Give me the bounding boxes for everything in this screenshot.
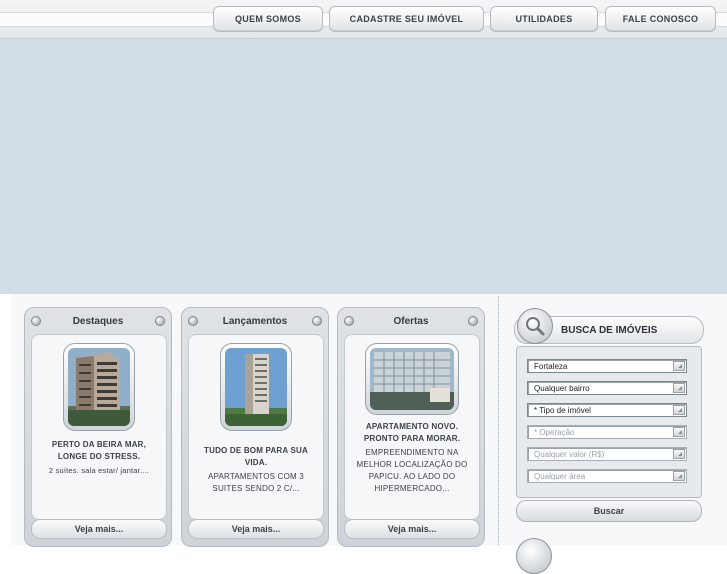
building-photo-icon <box>370 348 454 410</box>
dropdown-arrow-icon <box>673 383 685 393</box>
banner-area <box>0 39 727 294</box>
search-button[interactable]: Buscar <box>516 500 702 522</box>
property-thumbnail[interactable] <box>365 343 459 415</box>
bullet-icon <box>312 316 322 326</box>
card-description: 2 suítes. sala estar/ jantar.... <box>48 466 150 475</box>
price-select[interactable]: Qualquer valor (R$) <box>527 447 687 461</box>
neighborhood-select[interactable]: Qualquer bairro <box>527 381 687 395</box>
search-title: BUSCA DE IMÓVEIS <box>561 325 658 336</box>
card-body: TUDO DE BOM PARA SUA VIDA. APARTAMENTOS … <box>188 334 324 520</box>
dropdown-arrow-icon <box>673 361 685 371</box>
building-photo-icon <box>225 348 287 426</box>
nav-fale-conosco[interactable]: FALE CONOSCO <box>605 6 716 32</box>
card-description: APARTAMENTOS COM 3 SUITES SENDO 2 C/... <box>208 472 304 493</box>
veja-mais-button[interactable]: Veja mais... <box>31 519 167 539</box>
dropdown-arrow-icon <box>673 427 685 437</box>
column-divider <box>498 296 499 545</box>
top-navigation-bar: QUEM SOMOS CADASTRE SEU IMÓVEL UTILIDADE… <box>0 0 727 39</box>
city-select[interactable]: Fortaleza <box>527 359 687 373</box>
card-destaques: Destaques PERTO DA BEIRA MAR, LONGE DO S… <box>24 307 172 547</box>
bullet-icon <box>468 316 478 326</box>
card-title: Lançamentos <box>222 315 288 327</box>
operation-select[interactable]: * Operação <box>527 425 687 439</box>
magnifier-icon <box>516 538 552 574</box>
card-description: EMPREENDIMENTO NA MELHOR LOCALIZAÇÃO DO … <box>356 448 468 493</box>
card-lancamentos: Lançamentos TUDO DE BOM PARA SUA VIDA. A… <box>181 307 329 547</box>
dropdown-arrow-icon <box>673 405 685 415</box>
nav-cadastre-seu-imovel[interactable]: CADASTRE SEU IMÓVEL <box>329 6 484 32</box>
magnifier-icon <box>517 308 553 344</box>
card-body: PERTO DA BEIRA MAR, LONGE DO STRESS. 2 s… <box>31 334 167 520</box>
property-thumbnail[interactable] <box>63 343 135 431</box>
card-ofertas: Ofertas APARTAMENTO NOVO. PRONTO PARA MO… <box>337 307 485 547</box>
veja-mais-button[interactable]: Veja mais... <box>188 519 324 539</box>
building-photo-icon <box>68 348 130 426</box>
card-body: APARTAMENTO NOVO. PRONTO PARA MORAR. EMP… <box>344 334 480 520</box>
nav-quem-somos[interactable]: QUEM SOMOS <box>213 6 323 32</box>
veja-mais-button[interactable]: Veja mais... <box>344 519 480 539</box>
card-headline: PERTO DA BEIRA MAR, LONGE DO STRESS. <box>51 440 147 461</box>
left-margin <box>0 294 11 545</box>
dropdown-arrow-icon <box>673 471 685 481</box>
bullet-icon <box>155 316 165 326</box>
property-search-panel: BUSCA DE IMÓVEIS Fortaleza Qualquer bair… <box>514 308 704 522</box>
card-headline: TUDO DE BOM PARA SUA VIDA. <box>204 446 308 467</box>
dropdown-arrow-icon <box>673 449 685 459</box>
property-type-select[interactable]: * Tipo de imóvel <box>527 403 687 417</box>
card-headline: APARTAMENTO NOVO. PRONTO PARA MORAR. <box>363 422 461 443</box>
area-select[interactable]: Qualquer área <box>527 469 687 483</box>
card-title: Ofertas <box>393 315 429 327</box>
search-form: Fortaleza Qualquer bairro * Tipo de imóv… <box>516 346 702 498</box>
nav-utilidades[interactable]: UTILIDADES <box>490 6 598 32</box>
property-thumbnail[interactable] <box>220 343 292 431</box>
card-title: Destaques <box>72 315 124 327</box>
